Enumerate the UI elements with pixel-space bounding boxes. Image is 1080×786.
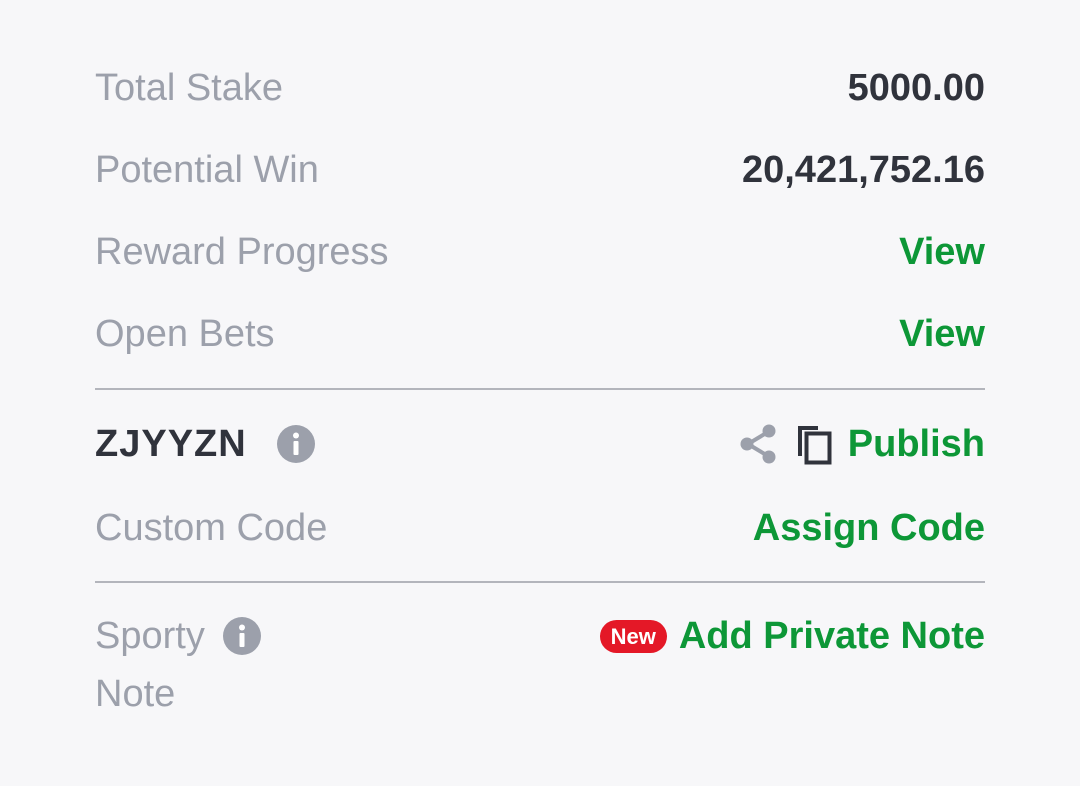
copy-icon[interactable] bbox=[794, 422, 834, 466]
booking-actions: Publish bbox=[738, 422, 985, 466]
info-icon[interactable] bbox=[276, 425, 315, 463]
open-bets-view-link[interactable]: View bbox=[899, 313, 985, 356]
custom-code-row: Custom Code Assign Code bbox=[95, 487, 985, 569]
share-icon[interactable] bbox=[738, 423, 778, 465]
divider bbox=[95, 388, 985, 390]
custom-code-label: Custom Code bbox=[95, 506, 328, 549]
total-stake-value: 5000.00 bbox=[847, 66, 985, 109]
sporty-note-label: Sporty bbox=[95, 615, 205, 657]
publish-button[interactable]: Publish bbox=[848, 423, 985, 466]
reward-progress-row: Reward Progress View bbox=[95, 211, 985, 293]
total-stake-label: Total Stake bbox=[95, 66, 283, 109]
potential-win-label: Potential Win bbox=[95, 148, 319, 191]
sporty-note-row: Sporty Note New Add Private Note bbox=[95, 607, 985, 723]
booking-code-group: ZJYYZN bbox=[95, 423, 315, 466]
booking-code: ZJYYZN bbox=[95, 422, 247, 465]
potential-win-row: Potential Win 20,421,752.16 bbox=[95, 129, 985, 211]
sporty-note-label-line: Sporty bbox=[95, 607, 261, 665]
reward-progress-view-link[interactable]: View bbox=[899, 231, 985, 274]
open-bets-row: Open Bets View bbox=[95, 293, 985, 375]
info-icon[interactable] bbox=[222, 617, 261, 655]
open-bets-label: Open Bets bbox=[95, 312, 275, 355]
add-note-group: New Add Private Note bbox=[599, 607, 985, 665]
sporty-note-label-group: Sporty Note bbox=[95, 607, 261, 723]
total-stake-row: Total Stake 5000.00 bbox=[95, 47, 985, 129]
potential-win-value: 20,421,752.16 bbox=[741, 148, 985, 191]
add-private-note-button[interactable]: Add Private Note bbox=[679, 615, 985, 658]
sporty-note-label-line2: Note bbox=[95, 673, 176, 715]
bet-summary-panel: Total Stake 5000.00 Potential Win 20,421… bbox=[95, 0, 985, 723]
assign-code-button[interactable]: Assign Code bbox=[753, 507, 985, 550]
new-badge: New bbox=[599, 619, 667, 653]
reward-progress-label: Reward Progress bbox=[95, 230, 389, 273]
divider bbox=[95, 581, 985, 583]
booking-code-row: ZJYYZN Publish bbox=[95, 403, 985, 485]
